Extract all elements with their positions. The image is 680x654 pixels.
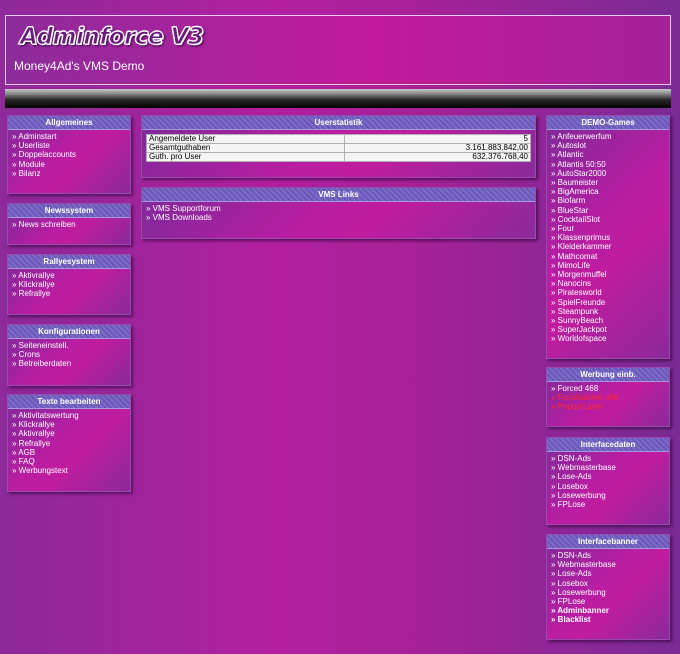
game-link[interactable]: Four: [551, 224, 669, 233]
game-link[interactable]: BigAmerica: [551, 187, 669, 196]
stats-table: Angemeldete User 5 Gesamtguthaben 3.161.…: [146, 134, 532, 162]
stat-value: 632.376.768,40: [343, 152, 532, 162]
menu-link-news-schreiben[interactable]: News schreiben: [12, 220, 130, 229]
menu-link-banner-lose-ads[interactable]: Lose-Ads: [551, 569, 669, 578]
menu-link-refrallye-text[interactable]: Refrallye: [12, 439, 130, 448]
menu-box-title: Rallyesystem: [8, 255, 130, 269]
panel-title: Userstatistik: [142, 116, 535, 130]
menu-box-title: Texte bearbeiten: [8, 395, 130, 409]
menu-link-banner-losebox[interactable]: Losebox: [551, 579, 669, 588]
menu-link-popup-layer[interactable]: Popup/Layer: [551, 402, 669, 411]
panel-title: VMS Links: [142, 188, 535, 202]
menu-box-title: Allgemeines: [8, 116, 130, 130]
menu-link-aktivitatswertung[interactable]: Aktivitatswertung: [12, 411, 130, 420]
game-link[interactable]: Klassenprimus: [551, 233, 669, 242]
menu-link-klickrallye[interactable]: Klickrallye: [12, 280, 130, 289]
game-link[interactable]: SuperJackpot: [551, 325, 669, 334]
game-link[interactable]: Atlantic: [551, 150, 669, 159]
game-link[interactable]: Worldofspace: [551, 334, 669, 343]
game-link[interactable]: Kleiderkammer: [551, 242, 669, 251]
menu-link-losebox[interactable]: Losebox: [551, 482, 669, 491]
menu-link-losewerbung[interactable]: Losewerbung: [551, 491, 669, 500]
menu-box-title: Interfacebanner: [547, 535, 669, 549]
menu-box-title: Werbung einb.: [547, 368, 669, 382]
menu-link-userliste[interactable]: Userliste: [12, 141, 130, 150]
menu-link-banner-fplose[interactable]: FPLose: [551, 597, 669, 606]
menu-link-werbungstext[interactable]: Werbungstext: [12, 466, 130, 475]
game-link[interactable]: Steampunk: [551, 307, 669, 316]
menu-link-banner-webmasterbase[interactable]: Webmasterbase: [551, 560, 669, 569]
game-link[interactable]: Mathcomat: [551, 252, 669, 261]
menu-box-werbung: Werbung einb. Forced 468 Forcebanner 468…: [546, 367, 670, 427]
link-vms-supportforum[interactable]: VMS Supportforum: [146, 204, 535, 213]
menu-link-webmasterbase[interactable]: Webmasterbase: [551, 463, 669, 472]
menu-link-lose-ads[interactable]: Lose-Ads: [551, 472, 669, 481]
menu-box-title: Interfacedaten: [547, 438, 669, 452]
game-link[interactable]: BlueStar: [551, 206, 669, 215]
menu-box-interfacedaten: Interfacedaten DSN-Ads Webmasterbase Los…: [546, 437, 670, 525]
game-link[interactable]: SpielFreunde: [551, 298, 669, 307]
menu-link-doppelaccounts[interactable]: Doppelaccounts: [12, 150, 130, 159]
menu-link-crons[interactable]: Crons: [12, 350, 130, 359]
menu-link-forced-468[interactable]: Forced 468: [551, 384, 669, 393]
menu-link-adminstart[interactable]: Adminstart: [12, 132, 130, 141]
menu-link-forcebanner-468[interactable]: Forcebanner 468: [551, 393, 669, 402]
userstatistik-panel: Userstatistik Angemeldete User 5 Gesamtg…: [141, 115, 536, 178]
menu-link-aktivrallye[interactable]: Aktivrallye: [12, 271, 130, 280]
menu-link-module[interactable]: Module: [12, 160, 130, 169]
game-link[interactable]: Autoslot: [551, 141, 669, 150]
menu-box-interfacebanner: Interfacebanner DSN-Ads Webmasterbase Lo…: [546, 534, 670, 640]
menu-link-seiteneinstellungen[interactable]: Seiteneinstell.: [12, 341, 130, 350]
game-link[interactable]: Piratesworld: [551, 288, 669, 297]
menu-box-title: Konfigurationen: [8, 325, 130, 339]
menu-link-faq[interactable]: FAQ: [12, 457, 130, 466]
link-vms-downloads[interactable]: VMS Downloads: [146, 213, 535, 222]
navigation-bar: [5, 89, 671, 108]
game-link[interactable]: MimoLife: [551, 261, 669, 270]
game-link[interactable]: Morgenmuffel: [551, 270, 669, 279]
menu-link-banner-dsn-ads[interactable]: DSN-Ads: [551, 551, 669, 560]
game-link[interactable]: AutoStar2000: [551, 169, 669, 178]
game-link[interactable]: Anfeuerwerfum: [551, 132, 669, 141]
menu-box-texte: Texte bearbeiten Aktivitatswertung Klick…: [7, 394, 131, 492]
menu-box-allgemeines: Allgemeines Adminstart Userliste Doppela…: [7, 115, 131, 194]
menu-link-adminbanner[interactable]: Adminbanner: [551, 606, 669, 615]
menu-link-refrallye[interactable]: Refrallye: [12, 289, 130, 298]
vms-links-panel: VMS Links VMS Supportforum VMS Downloads: [141, 187, 536, 239]
menu-link-klickrallye-text[interactable]: Klickrallye: [12, 420, 130, 429]
menu-link-banner-losewerbung[interactable]: Losewerbung: [551, 588, 669, 597]
game-link[interactable]: SunnyBeach: [551, 316, 669, 325]
site-subtitle: Money4Ad's VMS Demo: [14, 59, 145, 73]
page-header: Adminforce V3 Money4Ad's VMS Demo: [5, 15, 671, 85]
menu-link-dsn-ads[interactable]: DSN-Ads: [551, 454, 669, 463]
menu-link-fplose[interactable]: FPLose: [551, 500, 669, 509]
menu-link-blacklist[interactable]: Blacklist: [551, 615, 669, 624]
menu-box-rallyesystem: Rallyesystem Aktivrallye Klickrallye Ref…: [7, 254, 131, 315]
menu-box-demo-games: DEMO-Games AnfeuerwerfumAutoslotAtlantic…: [546, 115, 670, 359]
game-link[interactable]: Baumeister: [551, 178, 669, 187]
site-logo: Adminforce V3: [19, 24, 204, 51]
table-row: Guth. pro User 632.376.768,40: [146, 152, 532, 162]
game-link[interactable]: CocktailSlot: [551, 215, 669, 224]
menu-link-betreiberdaten[interactable]: Betreiberdaten: [12, 359, 130, 368]
menu-link-agb[interactable]: AGB: [12, 448, 130, 457]
menu-link-bilanz[interactable]: Bilanz: [12, 169, 130, 178]
menu-box-newssystem: Newssystem News schreiben: [7, 203, 131, 245]
game-link[interactable]: Biofarm: [551, 196, 669, 205]
menu-box-title: Newssystem: [8, 204, 130, 218]
menu-box-title: DEMO-Games: [547, 116, 669, 130]
stat-label: Guth. pro User: [146, 152, 345, 162]
game-link[interactable]: Nanocins: [551, 279, 669, 288]
game-link[interactable]: Atlantis 50:50: [551, 160, 669, 169]
menu-link-aktivrallye-text[interactable]: Aktivrallye: [12, 429, 130, 438]
games-list: AnfeuerwerfumAutoslotAtlanticAtlantis 50…: [547, 130, 669, 344]
menu-box-konfigurationen: Konfigurationen Seiteneinstell. Crons Be…: [7, 324, 131, 386]
